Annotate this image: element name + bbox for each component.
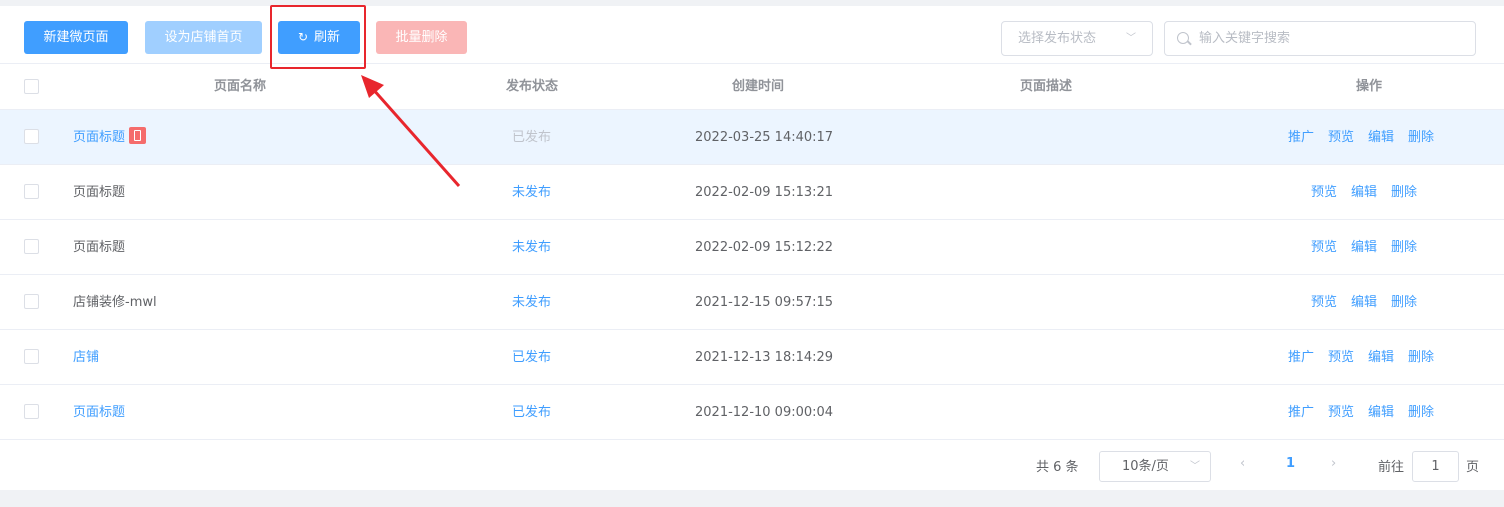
annotation-arrow-icon <box>361 75 461 187</box>
